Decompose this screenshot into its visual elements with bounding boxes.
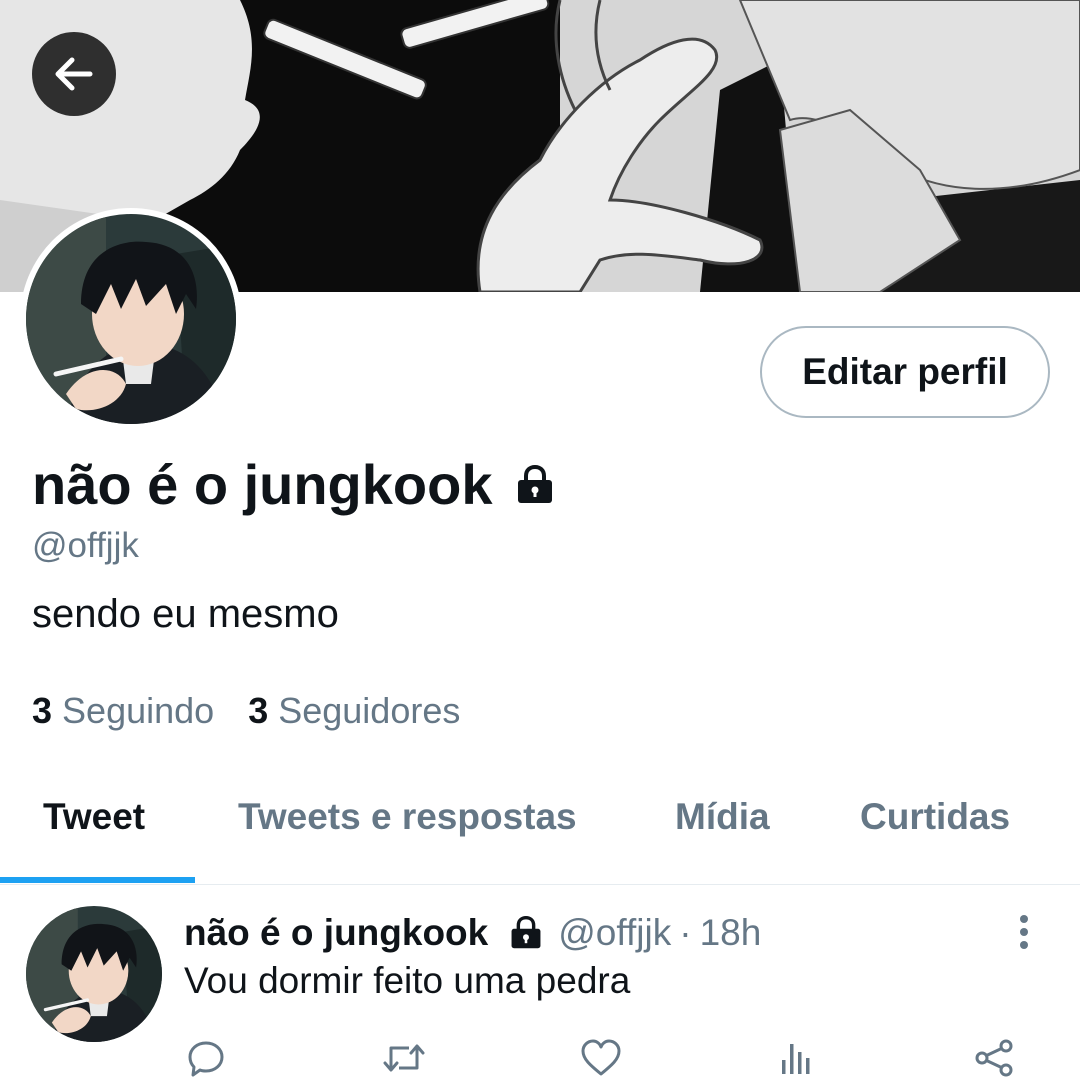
following-count: 3 (32, 690, 53, 731)
tweet-author-name: não é o jungkook (184, 912, 489, 953)
tweet[interactable]: não é o jungkook @offjjk · 18h Vou dormi… (0, 886, 1080, 1086)
avatar (26, 214, 236, 424)
profile-avatar[interactable] (20, 208, 242, 430)
like-icon (581, 1039, 621, 1076)
reply-icon (188, 1041, 224, 1077)
edit-profile-button[interactable]: Editar perfil (760, 326, 1050, 418)
analytics-button[interactable] (772, 1034, 820, 1082)
display-name: não é o jungkook (32, 453, 493, 516)
tweet-header: não é o jungkook @offjjk · 18h (184, 912, 761, 954)
more-vertical-icon (1020, 915, 1028, 949)
share-icon (975, 1039, 1013, 1077)
profile-tabs: Tweet Tweets e respostas Mídia Curtidas (0, 760, 1080, 885)
like-button[interactable] (577, 1034, 625, 1082)
tab-media[interactable]: Mídia (675, 796, 770, 838)
retweet-icon (383, 1044, 425, 1072)
reply-button[interactable] (182, 1034, 230, 1082)
tweet-actions (0, 1034, 1080, 1082)
analytics-icon (782, 1044, 810, 1074)
profile-handle: @offjjk (32, 526, 139, 565)
tab-tweets-and-replies[interactable]: Tweets e respostas (238, 796, 577, 838)
edit-profile-label: Editar perfil (802, 351, 1008, 392)
tweet-avatar[interactable] (26, 906, 162, 1042)
followers-stat[interactable]: 3 Seguidores (248, 690, 460, 732)
followers-count: 3 (248, 690, 269, 731)
followers-label: Seguidores (278, 690, 461, 731)
profile-stats: 3 Seguindo 3 Seguidores (32, 690, 460, 732)
back-button[interactable] (32, 32, 116, 116)
following-stat[interactable]: 3 Seguindo (32, 690, 214, 732)
lock-icon (518, 464, 553, 503)
profile-screen: Editar perfil não é o jungkook @offjjk s… (0, 0, 1080, 1086)
active-tab-indicator (0, 877, 195, 883)
tweet-text: Vou dormir feito uma pedra (184, 960, 631, 1001)
share-button[interactable] (970, 1034, 1018, 1082)
lock-icon (508, 916, 544, 950)
tab-likes[interactable]: Curtidas (860, 796, 1010, 838)
tweet-timestamp: 18h (699, 912, 762, 953)
arrow-left-icon (55, 57, 93, 91)
avatar-image (26, 906, 162, 1042)
profile-bio: sendo eu mesmo (32, 592, 339, 636)
following-label: Seguindo (62, 690, 215, 731)
tweet-author-handle: @offjjk (558, 912, 672, 953)
display-name-row: não é o jungkook (32, 452, 556, 517)
more-options-button[interactable] (1004, 910, 1044, 954)
avatar-image (26, 214, 236, 424)
retweet-button[interactable] (380, 1034, 428, 1082)
tab-tweets[interactable]: Tweet (43, 796, 145, 838)
tweet-separator: · (679, 912, 692, 953)
